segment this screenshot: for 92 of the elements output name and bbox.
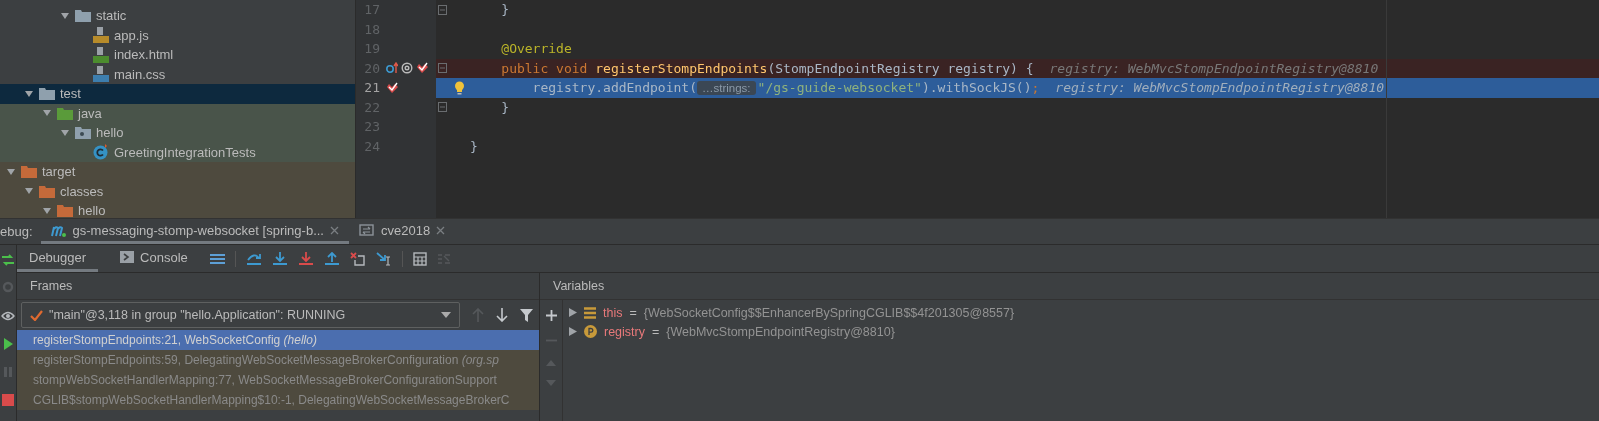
breakpoint-icon[interactable] — [416, 62, 429, 75]
close-icon[interactable] — [330, 225, 339, 235]
code-text: (StompEndpointRegistry registry) { — [767, 60, 1034, 76]
code-text: registerStompEndpoints — [595, 60, 768, 76]
fold-icon[interactable] — [437, 63, 447, 74]
up-arrow-icon — [472, 308, 484, 322]
inline-debug-value: registry: WebMvcStompEndpointRegistry@8810 — [1055, 80, 1385, 96]
down-icon — [546, 380, 556, 386]
console-icon — [120, 251, 135, 263]
annotation-icon[interactable] — [401, 62, 413, 75]
debugger-tab[interactable]: Debugger — [17, 245, 99, 272]
file-icon — [93, 27, 109, 44]
code-text: } — [470, 138, 478, 154]
run-config-icon — [359, 223, 375, 237]
tree-item[interactable]: main.css — [114, 66, 166, 82]
lightbulb-icon[interactable] — [453, 80, 465, 95]
drop-frame-icon[interactable] — [349, 251, 366, 266]
tree-item[interactable]: index.html — [114, 47, 174, 63]
equals-sign: = — [629, 305, 637, 320]
equals-sign: = — [652, 324, 660, 339]
debug-label: ebug: — [0, 223, 34, 241]
expanded-arrow-icon[interactable] — [60, 127, 70, 138]
filter-icon[interactable] — [520, 308, 533, 322]
rerun-icon[interactable] — [1, 253, 15, 267]
down-arrow-icon[interactable] — [496, 308, 508, 322]
up-icon — [546, 360, 556, 366]
tree-item[interactable]: app.js — [114, 27, 149, 43]
override-icon[interactable] — [386, 62, 398, 75]
add-icon[interactable] — [545, 310, 557, 321]
tree-item[interactable]: test — [60, 86, 81, 102]
resume-icon[interactable] — [1, 337, 15, 351]
maven-icon — [50, 223, 67, 237]
folder-icon — [21, 165, 37, 179]
folder-icon — [57, 106, 73, 120]
package-folder-icon — [75, 126, 91, 140]
close-icon[interactable] — [436, 225, 446, 235]
code-text: "/gs-guide-websocket" — [757, 80, 922, 96]
check-icon — [30, 309, 43, 321]
dropdown-caret-icon — [441, 312, 451, 318]
fold-icon[interactable] — [437, 102, 447, 113]
step-over-icon[interactable] — [245, 251, 262, 266]
collapsed-arrow-icon[interactable] — [569, 308, 577, 317]
tree-item[interactable]: classes — [60, 183, 104, 199]
code-text: } — [500, 2, 510, 18]
session-tab[interactable]: cve2018 — [349, 219, 456, 244]
variable-value: {WebSocketConfig$$EnhancerBySpringCGLIB$$4f201305@8557} — [643, 305, 1015, 320]
stop-icon[interactable] — [1, 393, 15, 407]
tree-item[interactable]: java — [78, 105, 102, 121]
breakpoint-icon[interactable] — [386, 81, 399, 94]
tree-item[interactable]: hello — [78, 203, 106, 218]
force-step-into-icon[interactable] — [297, 251, 314, 266]
variable-value: {WebMvcStompEndpointRegistry@8810} — [666, 324, 895, 339]
code-text: } — [500, 99, 510, 115]
calculator-icon[interactable] — [412, 251, 427, 266]
variable-name: this — [603, 305, 623, 320]
step-out-icon[interactable] — [323, 251, 340, 266]
parameter-hint: …strings: — [697, 80, 756, 95]
tree-item[interactable]: hello — [96, 125, 124, 141]
stack-frame[interactable]: registerStompEndpoints:21, WebSocketConfig (hello) — [17, 330, 539, 350]
code-text: ).withSockJS() — [921, 80, 1032, 96]
expanded-arrow-icon[interactable] — [24, 88, 34, 99]
collapsed-arrow-icon[interactable] — [569, 327, 577, 336]
folder-icon — [75, 9, 91, 23]
code-text: ; — [1031, 80, 1040, 96]
folder-icon — [39, 87, 55, 101]
file-icon — [93, 46, 109, 63]
fold-icon[interactable] — [437, 4, 447, 15]
tree-item[interactable]: static — [96, 8, 127, 24]
thread-dropdown[interactable]: "main"@3,118 in group "hello.Application": RUNNING — [21, 302, 460, 328]
inline-debug-value: registry: WebMvcStompEndpointRegistry@8810 — [1049, 60, 1379, 76]
frames-header: Frames — [17, 273, 539, 300]
variable-name: registry — [604, 324, 645, 339]
code-text: public void — [500, 60, 589, 76]
step-into-icon[interactable] — [271, 251, 288, 266]
menu-icon[interactable] — [209, 252, 225, 265]
expanded-arrow-icon[interactable] — [6, 166, 16, 177]
debugger-tab[interactable]: Console — [108, 245, 200, 272]
tree-item[interactable]: target — [42, 164, 76, 180]
file-icon — [93, 66, 109, 83]
run-to-cursor-icon[interactable] — [375, 251, 392, 266]
expanded-arrow-icon[interactable] — [60, 10, 70, 21]
trace-icon — [436, 251, 451, 266]
folder-icon — [39, 184, 55, 198]
code-text: registry.addEndpoint( — [531, 80, 697, 96]
expanded-arrow-icon[interactable] — [42, 205, 52, 216]
variables-header: Variables — [540, 273, 1599, 300]
session-tab[interactable]: gs-messaging-stomp-websocket [spring-b... — [40, 219, 349, 244]
line-number: 21 — [363, 80, 380, 96]
code-text: @Override — [500, 41, 572, 57]
class-icon — [93, 144, 109, 161]
eye-icon[interactable] — [1, 309, 15, 323]
dimmed-icon — [1, 281, 15, 295]
